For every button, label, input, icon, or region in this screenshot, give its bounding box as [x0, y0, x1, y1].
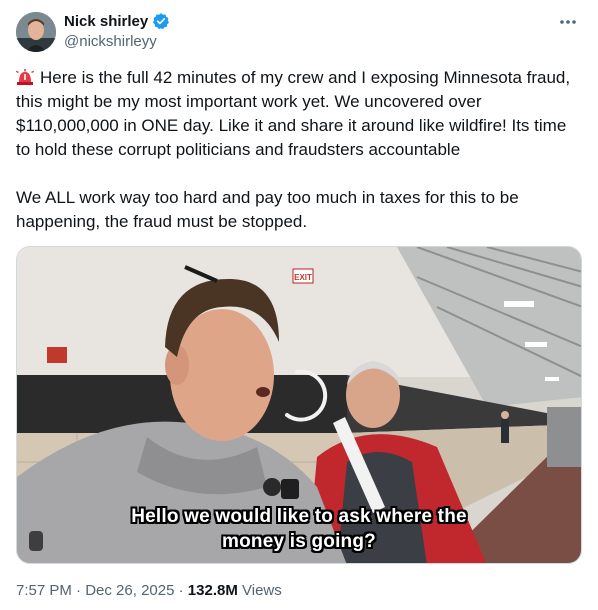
more-options-icon[interactable]: [556, 12, 580, 32]
views-label: Views: [242, 582, 282, 599]
avatar[interactable]: [16, 12, 56, 52]
verified-badge-icon: [152, 12, 170, 30]
siren-emoji-icon: [15, 68, 35, 85]
tweet-paragraph-2: We ALL work way too hard and pay too muc…: [16, 188, 519, 231]
tweet-metadata: 7:57 PM · Dec 26, 2025 · 132.8M Views: [16, 582, 282, 599]
tweet-paragraph: Here is the full 42 minutes of my crew a…: [15, 66, 582, 162]
caption-line-2: money is going?: [222, 531, 376, 552]
tweet-paragraph-1: Here is the full 42 minutes of my crew a…: [16, 68, 571, 159]
exit-sign: EXIT: [294, 273, 312, 282]
tweet-time[interactable]: 7:57 PM: [16, 582, 72, 599]
caption-line-1: Hello we would like to ask where the: [131, 506, 467, 527]
author-name-row[interactable]: Nick shirley: [64, 12, 170, 30]
media-indicator-icon: [29, 531, 43, 551]
separator: ·: [76, 582, 82, 599]
video-player[interactable]: EXIT Hello we would like to ask where th…: [16, 246, 582, 564]
views-count: 132.8M: [187, 582, 238, 599]
author-handle[interactable]: @nickshirleyy: [64, 33, 157, 50]
tweet: Nick shirley @nickshirleyy Here is the f…: [0, 0, 598, 610]
separator: ·: [178, 582, 184, 599]
tweet-text: Here is the full 42 minutes of my crew a…: [15, 66, 582, 234]
author-name[interactable]: Nick shirley: [64, 13, 148, 30]
tweet-date[interactable]: Dec 26, 2025: [85, 582, 174, 599]
